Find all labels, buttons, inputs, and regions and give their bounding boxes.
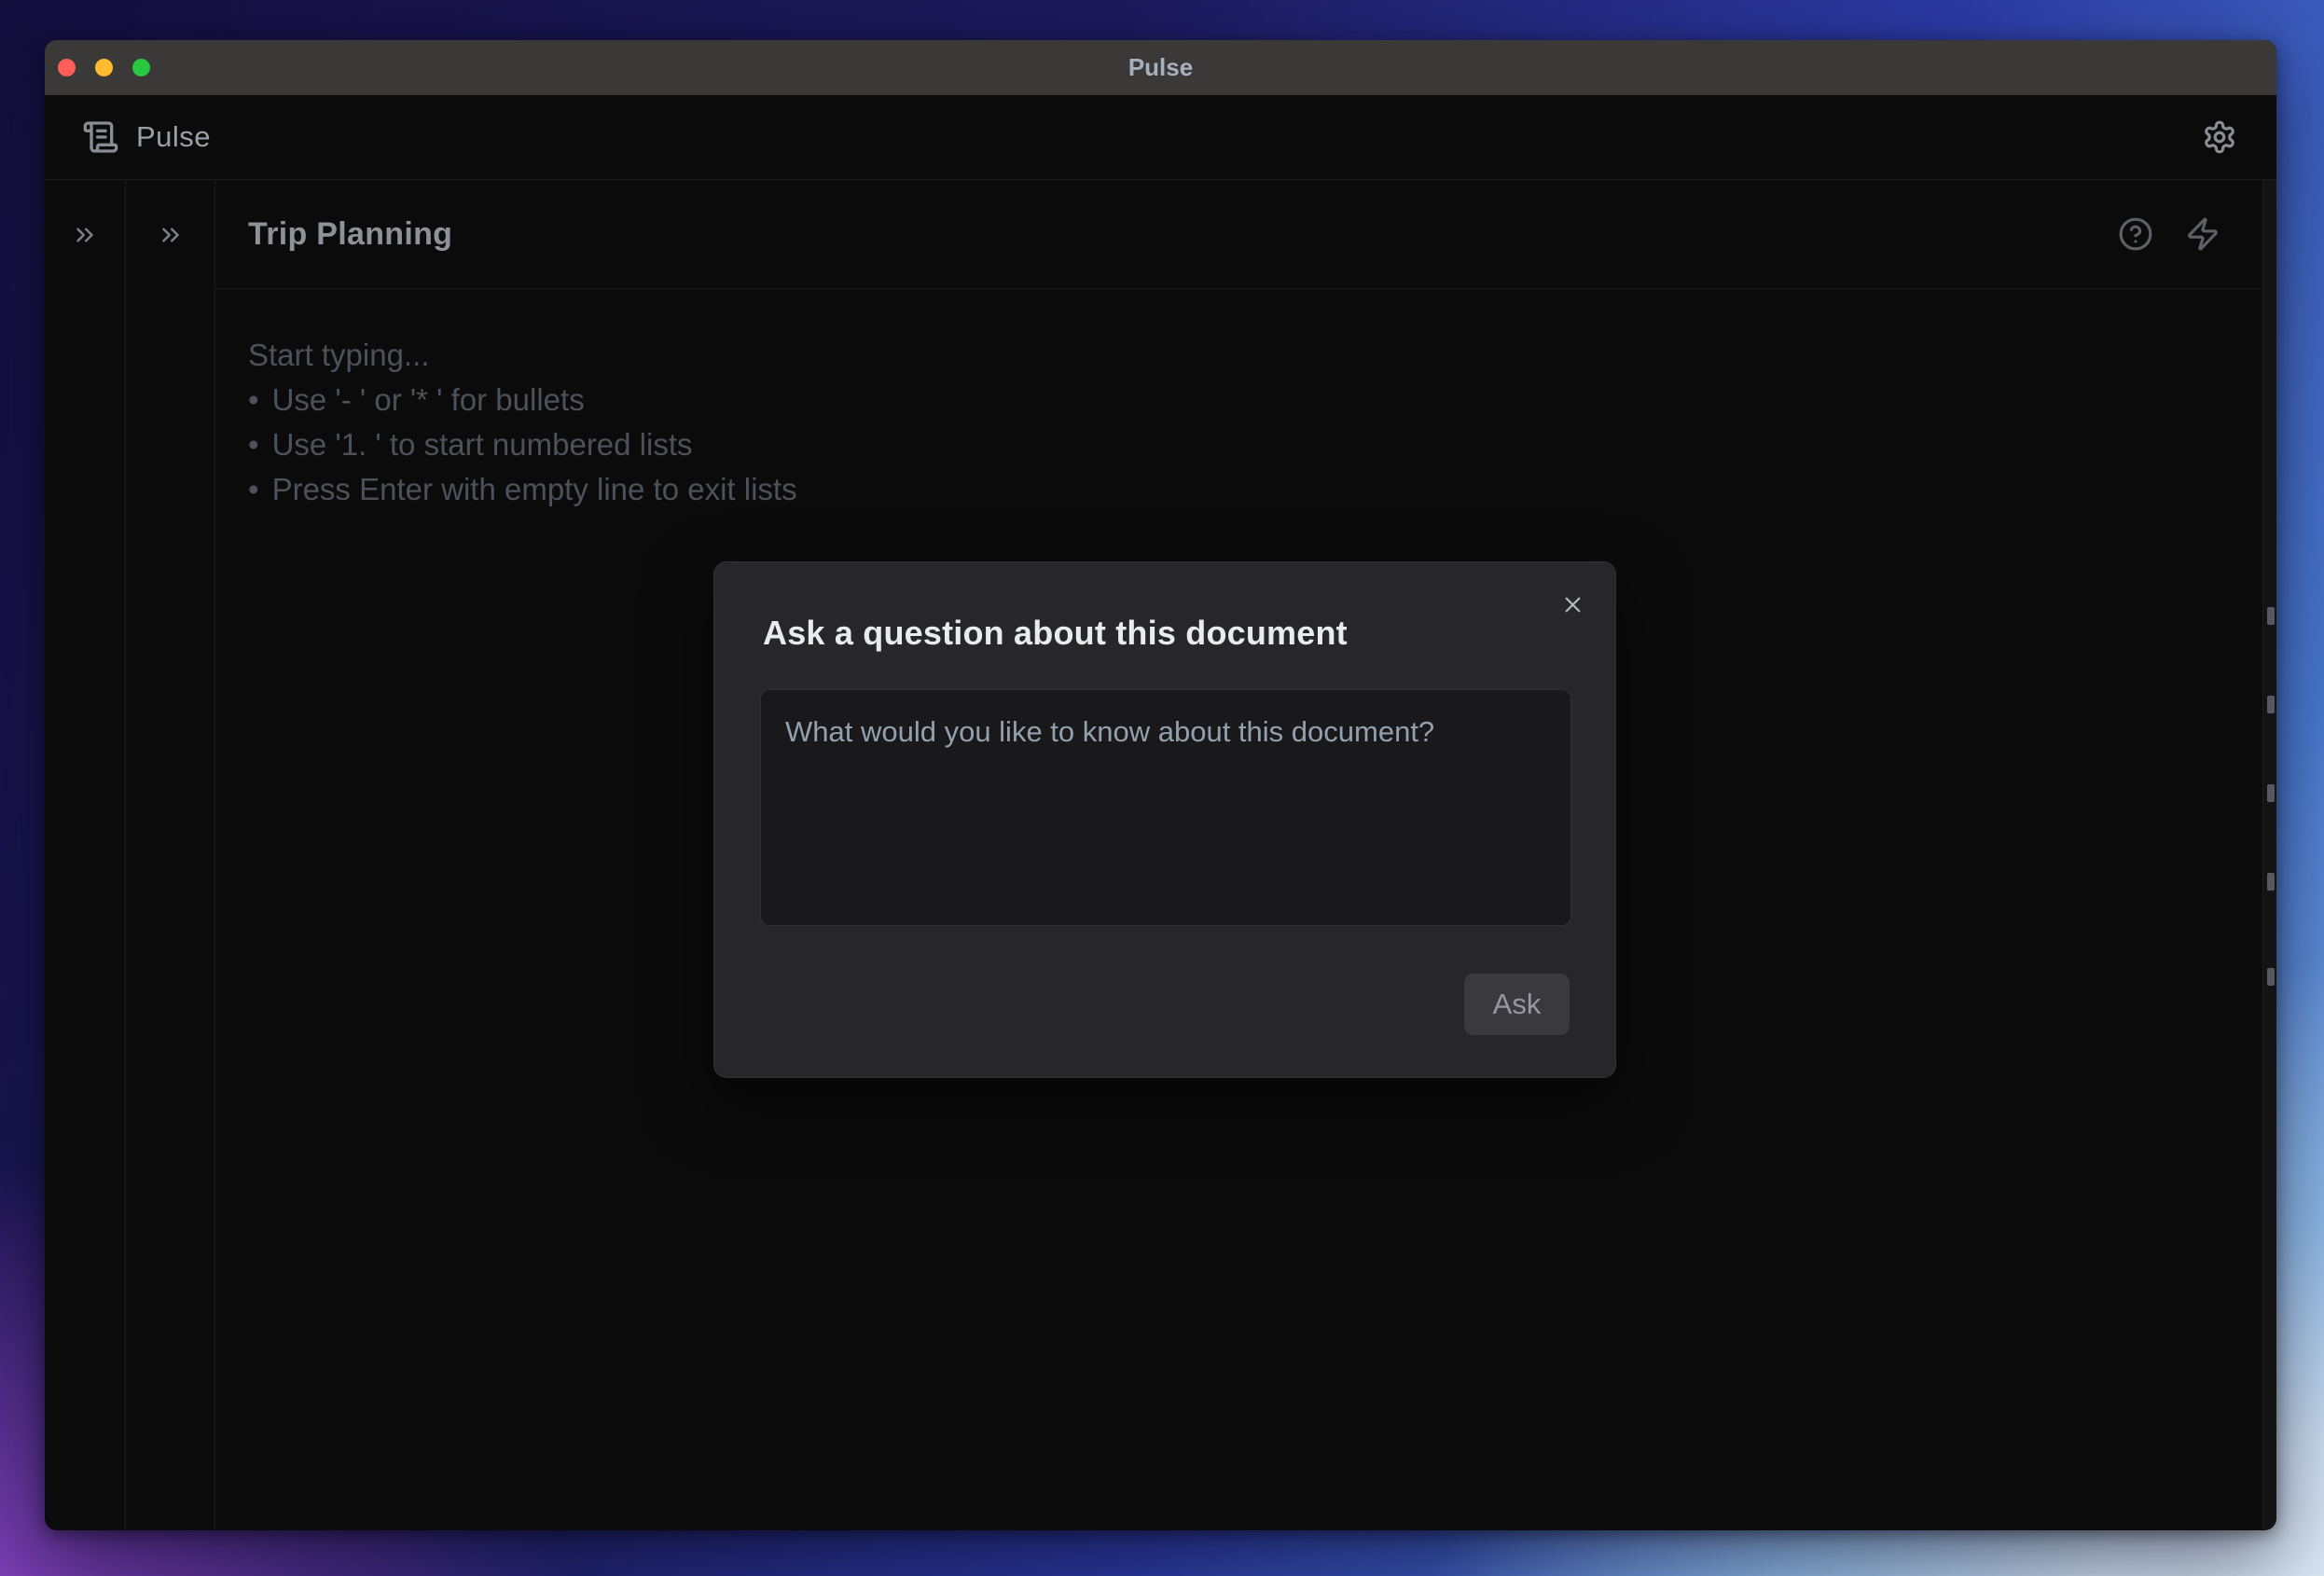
editor-placeholder-tip: • Press Enter with empty line to exit lis… <box>248 472 797 506</box>
app-header: Pulse <box>45 95 2276 180</box>
ask-question-dialog: Ask a question about this document Ask <box>713 561 1616 1078</box>
sidebar-collapsed-inner <box>126 180 215 1529</box>
bullet-glyph: • <box>248 427 259 462</box>
zap-icon <box>2188 217 2218 251</box>
chevrons-right-icon <box>76 228 93 242</box>
document-header: Trip Planning <box>215 180 2276 289</box>
right-edge-strip <box>2262 180 2276 1529</box>
settings-button[interactable] <box>2202 119 2237 155</box>
expand-sidebar-button[interactable] <box>71 221 99 249</box>
titlebar[interactable]: Pulse <box>45 40 2276 95</box>
editor-area[interactable]: Start typing... • Use '- ' or '* ' for bu… <box>215 289 2276 512</box>
app-brand: Pulse <box>82 118 211 156</box>
chevrons-right-icon <box>161 228 179 242</box>
window-title: Pulse <box>1127 53 1194 81</box>
app-brand-label: Pulse <box>136 120 212 153</box>
bullet-glyph: • <box>248 472 259 506</box>
x-icon <box>1565 597 1581 613</box>
editor-placeholder-heading: Start typing... <box>248 338 430 372</box>
document-title: Trip Planning <box>248 215 453 252</box>
clipped-edge-glyph <box>2267 873 2275 891</box>
close-dialog-button[interactable] <box>1560 592 1585 620</box>
clipped-edge-glyph <box>2267 607 2275 625</box>
ask-button[interactable]: Ask <box>1464 974 1570 1035</box>
dialog-title: Ask a question about this document <box>763 614 1348 652</box>
clipped-edge-glyph <box>2267 696 2275 713</box>
desktop-wallpaper: Pulse Pulse Trip Planning Start typing..… <box>0 0 2324 1576</box>
question-input[interactable] <box>760 689 1571 926</box>
expand-panel-button[interactable] <box>157 221 185 249</box>
ask-ai-button[interactable] <box>2185 216 2220 252</box>
bullet-glyph: • <box>248 382 259 417</box>
sidebar-collapsed-outer <box>45 180 126 1529</box>
clipped-edge-glyph <box>2267 784 2275 802</box>
editor-placeholder-tip: • Use '1. ' to start numbered lists <box>248 427 693 462</box>
scroll-text-icon <box>83 121 118 153</box>
help-button[interactable] <box>2118 216 2153 252</box>
help-circle-icon <box>2119 217 2152 251</box>
clipped-edge-glyph <box>2267 968 2275 986</box>
editor-placeholder-tip: • Use '- ' or '* ' for bullets <box>248 382 585 417</box>
gear-icon <box>2205 120 2234 154</box>
document-actions <box>2118 216 2220 252</box>
app-window: Pulse Pulse Trip Planning Start typing..… <box>45 40 2276 1530</box>
